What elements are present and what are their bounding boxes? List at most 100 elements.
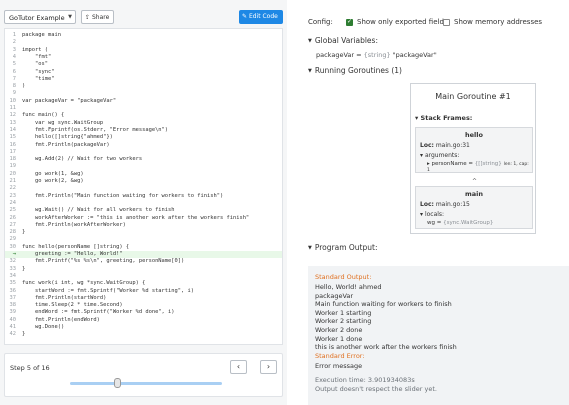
line-number: 2	[12, 39, 16, 46]
line-number: 16	[9, 141, 17, 148]
code-text: go work(2, &wg)	[22, 178, 84, 184]
caret-down-icon: ▾	[415, 114, 419, 122]
caret-down-icon: ▼	[308, 68, 312, 74]
code-line: 26 workAfterWorker := "this is another w…	[5, 215, 282, 222]
memory-addresses-label: Show memory addresses	[454, 18, 543, 26]
line-number: 20	[9, 170, 17, 177]
chevron-left-icon: ‹	[236, 362, 241, 371]
code-text: }	[22, 265, 26, 272]
code-line: 41 wg.Done()	[5, 324, 282, 331]
code-text: time.Sleep(2 * time.Second)	[22, 302, 123, 309]
frame-loc-key: Loc:	[420, 201, 434, 208]
code-text: wg.Add(2) // Wait for two workers	[22, 156, 143, 163]
step-slider-thumb[interactable]	[114, 378, 122, 388]
exported-fields-label: Show only exported fields	[357, 18, 448, 26]
output-title: Program Output:	[314, 243, 378, 252]
global-var-value: "packageVar"	[392, 51, 437, 59]
frame-locals-title: locals:	[424, 211, 445, 218]
code-line: 32 fmt.Printf("%s %s\n", greeting, perso…	[5, 258, 282, 265]
arg-type: {[]string}	[474, 161, 502, 167]
line-number: 12	[9, 112, 17, 119]
stdout-label: Standard Output:	[315, 273, 372, 281]
output-box: Standard Output: Hello, World! ahmed pack…	[308, 266, 569, 405]
line-number: 14	[9, 126, 17, 133]
code-line: 20 go work(1, &wg)	[5, 171, 282, 178]
share-button[interactable]: ⇪ Share	[81, 10, 114, 24]
chevron-right-icon: ›	[266, 362, 271, 371]
code-line: 24	[5, 200, 282, 207]
caret-right-icon: ▸	[427, 161, 430, 167]
frame-args-toggle[interactable]: ▾ arguments:	[420, 152, 532, 159]
step-controls: Step 5 of 16 ‹ ›	[4, 353, 283, 397]
config-label: Config:	[308, 18, 333, 26]
prev-step-button[interactable]: ‹	[230, 360, 247, 374]
edit-code-button[interactable]: ✎ Edit Code	[239, 10, 283, 24]
step-counter: Step 5 of 16	[10, 364, 50, 372]
code-line: 19	[5, 163, 282, 170]
line-number: 26	[9, 214, 17, 221]
memory-addresses-checkbox[interactable]	[443, 18, 450, 26]
line-number: 33	[9, 265, 17, 272]
share-icon: ⇪	[85, 14, 91, 21]
frame-locals-toggle[interactable]: ▾ locals:	[420, 211, 532, 218]
goroutines-toggle[interactable]: ▼ Running Goroutines (1)	[308, 66, 402, 75]
code-line: 11	[5, 105, 282, 112]
stdout-line: Worker 2 starting	[315, 317, 372, 326]
memory-addresses-option[interactable]: Show memory addresses	[443, 18, 542, 26]
step-slider-track[interactable]	[70, 382, 222, 385]
next-step-button[interactable]: ›	[260, 360, 277, 374]
line-number: 24	[9, 199, 17, 206]
frame-local-row: wg = {sync.WaitGroup}	[427, 220, 532, 226]
stack-frame: main Loc: main.go:15 ▾ locals: wg = {syn…	[415, 186, 533, 229]
stderr-label: Standard Error:	[315, 352, 365, 360]
code-line: 42}	[5, 331, 282, 338]
code-text: "os"	[22, 61, 48, 68]
code-line: 22	[5, 185, 282, 192]
line-number: 23	[9, 192, 17, 199]
exported-fields-option[interactable]: Show only exported fields	[346, 18, 448, 26]
code-line: 10 var packageVar = "packageVar"	[5, 98, 282, 105]
code-line: 21 go work(2, &wg)	[5, 178, 282, 185]
code-text: func work(i int, wg *sync.WaitGroup) {	[22, 280, 146, 287]
code-text: "sync"	[22, 68, 55, 75]
code-line: 36 startWord := fmt.Sprintf("Worker %d s…	[5, 288, 282, 295]
line-number: 1	[12, 32, 16, 38]
line-number: 5	[12, 61, 16, 68]
stdout-line: this is another work after the workers f…	[315, 343, 457, 352]
code-text: var packageVar = "packageVar"	[22, 97, 117, 104]
code-line: 28}	[5, 229, 282, 236]
code-text: fmt.Println(packageVar)	[22, 141, 110, 148]
code-text: var wg sync.WaitGroup	[22, 119, 104, 126]
code-text: package main	[22, 32, 61, 38]
code-line: 34	[5, 273, 282, 280]
example-select[interactable]: GoTutor Example ▼	[4, 10, 76, 24]
code-line: 8)	[5, 83, 282, 90]
globals-toggle[interactable]: ▼ Global Variables:	[308, 36, 378, 45]
local-eq: =	[436, 220, 442, 226]
code-line: 1 package main	[5, 32, 282, 39]
editor-panel: GoTutor Example ▼ ⇪ Share ✎ Edit Code 1p…	[0, 0, 287, 405]
stack-frames-toggle[interactable]: ▾ Stack Frames:	[415, 114, 472, 122]
code-line: 9	[5, 90, 282, 97]
code-text: }	[22, 229, 26, 236]
code-line: 7 "time"	[5, 76, 282, 83]
code-line: 40 fmt.Println(endWord)	[5, 317, 282, 324]
stdout-line: Main function waiting for workers to fin…	[315, 300, 452, 309]
state-panel: Config: Show only exported fields Show m…	[298, 0, 569, 405]
output-toggle[interactable]: ▼ Program Output:	[308, 243, 377, 252]
code-line: 14 fmt.Fprintf(os.Stderr, "Error message…	[5, 127, 282, 134]
code-line: 17	[5, 149, 282, 156]
code-line: 4 "fmt"	[5, 54, 282, 61]
editor-toolbar: GoTutor Example ▼ ⇪ Share ✎ Edit Code	[4, 10, 283, 26]
goroutine-card: Main Goroutine #1 ▾ Stack Frames: hello …	[410, 83, 536, 234]
code-line: 15 hello([]string{"ahmed"})	[5, 134, 282, 141]
code-line: 5 "os"	[5, 61, 282, 68]
caret-down-icon: ▾	[420, 211, 424, 218]
code-line: 2	[5, 39, 282, 46]
line-number: 13	[9, 119, 17, 126]
line-number: 35	[9, 280, 17, 287]
exported-fields-checkbox[interactable]	[346, 18, 353, 26]
line-number: 29	[9, 236, 17, 243]
line-number: 6	[12, 68, 16, 75]
code-line: 16 fmt.Println(packageVar)	[5, 142, 282, 149]
